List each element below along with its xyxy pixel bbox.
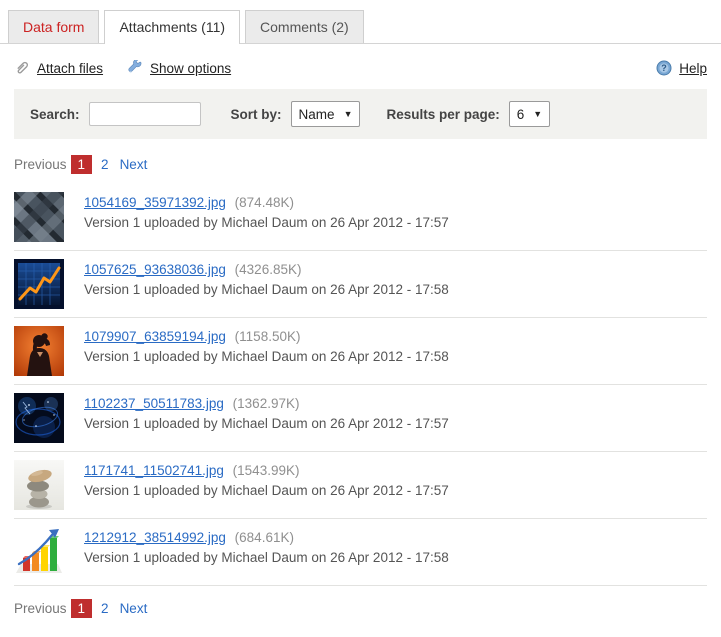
woven-metal-texture-image [14,192,64,242]
bar-chart-with-arrow-image [14,527,64,577]
attachment-thumbnail-link[interactable] [14,393,64,443]
attachment-meta: Version 1 uploaded by Michael Daum on 26… [84,548,449,568]
pagination-current-page: 1 [71,155,93,174]
attachment-meta: Version 1 uploaded by Michael Daum on 26… [84,481,449,501]
attachment-info: 1057625_93638036.jpg (4326.85K) Version … [84,259,449,309]
attachment-row: 1102237_50511783.jpg (1362.97K) Version … [14,385,707,452]
person-on-orange-image [14,326,64,376]
pagination-top: Previous 1 2 Next [14,155,707,174]
attachment-thumbnail-link[interactable] [14,527,64,577]
attachment-size: (1362.97K) [233,396,300,411]
attachment-size: (684.61K) [235,530,294,545]
attach-files-label: Attach files [37,61,103,76]
attachment-filename-link[interactable]: 1102237_50511783.jpg [84,396,224,411]
pagination-previous: Previous [14,601,67,616]
pagination-bottom: Previous 1 2 Next [14,599,707,618]
attachment-thumbnail-link[interactable] [14,460,64,510]
attachment-thumbnail-link[interactable] [14,192,64,242]
svg-text:?: ? [661,63,667,73]
search-input[interactable] [89,102,201,126]
attachment-list: 1054169_35971392.jpg (874.48K) Version 1… [14,184,707,586]
show-options-label: Show options [150,61,231,76]
help-icon: ? [656,60,672,76]
tab-bar: Data form Attachments (11) Comments (2) [0,0,721,44]
toolbar: Attach files Show options ? Help [0,44,721,89]
help-link[interactable]: ? Help [656,60,707,76]
results-per-page-select[interactable]: 6 ▼ [509,101,550,127]
attachment-info: 1079907_63859194.jpg (1158.50K) Version … [84,326,449,376]
attachment-filename-link[interactable]: 1054169_35971392.jpg [84,195,226,210]
tab-comments[interactable]: Comments (2) [245,10,364,43]
wrench-icon [127,60,143,76]
attachment-meta: Version 1 uploaded by Michael Daum on 26… [84,414,449,434]
attachment-row: 1212912_38514992.jpg (684.61K) Version 1… [14,519,707,586]
attachment-meta: Version 1 uploaded by Michael Daum on 26… [84,280,449,300]
footer: Select all [0,630,721,637]
attachment-filename-link[interactable]: 1212912_38514992.jpg [84,530,226,545]
stacked-pebbles-image [14,460,64,510]
pagination-next[interactable]: Next [120,157,148,172]
sort-select-value: Name [299,107,335,122]
search-label: Search: [30,107,80,122]
attach-files-link[interactable]: Attach files [14,60,103,76]
filter-bar: Search: Sort by: Name ▼ Results per page… [14,89,707,139]
attachment-size: (1543.99K) [233,463,300,478]
attachment-meta: Version 1 uploaded by Michael Daum on 26… [84,213,449,233]
attachment-size: (1158.50K) [235,329,301,344]
electric-blue-world-image [14,393,64,443]
attachment-info: 1102237_50511783.jpg (1362.97K) Version … [84,393,449,443]
attachment-row: 1171741_11502741.jpg (1543.99K) Version … [14,452,707,519]
pagination-previous: Previous [14,157,67,172]
attachment-thumbnail-link[interactable] [14,326,64,376]
attachment-size: (4326.85K) [235,262,302,277]
sort-by-label: Sort by: [231,107,282,122]
blue-line-chart-image [14,259,64,309]
tab-attachments[interactable]: Attachments (11) [104,10,240,44]
help-label: Help [679,61,707,76]
attachment-row: 1054169_35971392.jpg (874.48K) Version 1… [14,184,707,251]
attachment-filename-link[interactable]: 1079907_63859194.jpg [84,329,226,344]
attachment-info: 1171741_11502741.jpg (1543.99K) Version … [84,460,449,510]
attachment-meta: Version 1 uploaded by Michael Daum on 26… [84,347,449,367]
pagination-next[interactable]: Next [120,601,148,616]
pagination-current-page: 1 [71,599,93,618]
caret-down-icon: ▼ [344,109,353,119]
results-per-page-label: Results per page: [386,107,499,122]
attachment-size: (874.48K) [235,195,294,210]
attachment-row: 1079907_63859194.jpg (1158.50K) Version … [14,318,707,385]
pagination-page-2[interactable]: 2 [101,157,109,172]
attachment-info: 1054169_35971392.jpg (874.48K) Version 1… [84,192,449,242]
pagination-page-2[interactable]: 2 [101,601,109,616]
show-options-link[interactable]: Show options [127,60,231,76]
attachment-filename-link[interactable]: 1171741_11502741.jpg [84,463,224,478]
caret-down-icon: ▼ [533,109,542,119]
attachment-filename-link[interactable]: 1057625_93638036.jpg [84,262,226,277]
attachment-info: 1212912_38514992.jpg (684.61K) Version 1… [84,527,449,577]
tab-data-form[interactable]: Data form [8,10,99,43]
attachment-thumbnail-link[interactable] [14,259,64,309]
results-per-page-value: 6 [517,107,525,122]
attachment-row: 1057625_93638036.jpg (4326.85K) Version … [14,251,707,318]
sort-select[interactable]: Name ▼ [291,101,361,127]
paperclip-icon [14,60,30,76]
